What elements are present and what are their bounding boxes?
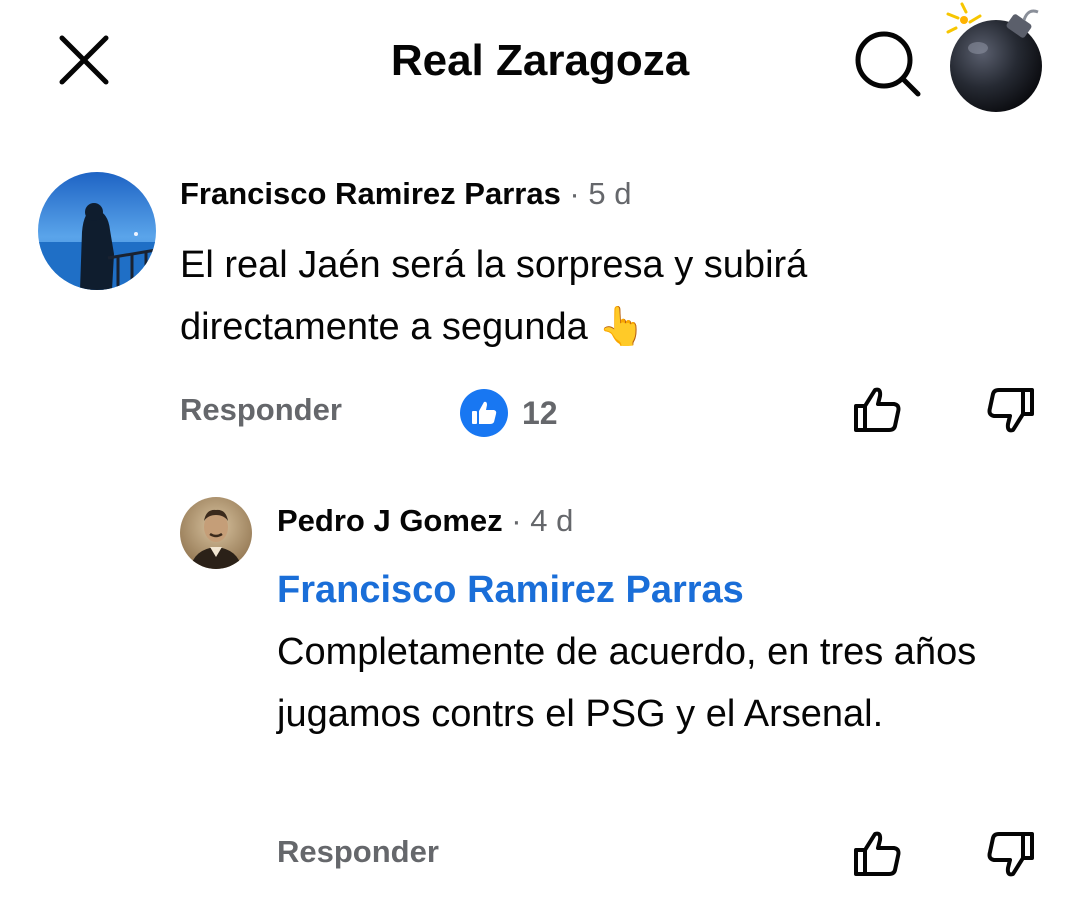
reply-button[interactable]: Responder	[277, 834, 439, 870]
downvote-button[interactable]	[982, 826, 1038, 882]
upvote-button[interactable]	[850, 382, 906, 438]
author-name: Francisco Ramirez Parras	[180, 176, 561, 211]
bomb-icon	[946, 2, 1042, 112]
comment-author[interactable]: Francisco Ramirez Parras · 5 d	[180, 176, 631, 212]
reply-author[interactable]: Pedro J Gomez · 4 d	[277, 503, 573, 539]
comment-text: El real Jaén será la sorpresa y subirá d…	[180, 244, 808, 348]
reply-timestamp: · 4 d	[502, 503, 574, 538]
avatar[interactable]	[38, 172, 156, 290]
search-button[interactable]	[850, 26, 926, 102]
top-bar: Real Zaragoza	[0, 0, 1080, 120]
thumbs-up-icon	[854, 387, 901, 432]
like-icon	[460, 389, 508, 437]
search-icon	[855, 31, 921, 97]
reaction-summary[interactable]: 12	[460, 389, 558, 437]
upvote-button[interactable]	[850, 826, 906, 882]
reply-text: Completamente de acuerdo, en tres años j…	[277, 631, 977, 735]
thumbs-down-icon	[987, 388, 1034, 433]
downvote-button[interactable]	[982, 382, 1038, 438]
profile-button[interactable]	[938, 2, 1050, 114]
author-name: Pedro J Gomez	[277, 503, 503, 538]
avatar[interactable]	[180, 497, 252, 569]
reaction-count: 12	[522, 394, 558, 431]
mention-link[interactable]: Francisco Ramirez Parras	[277, 559, 1057, 621]
thumbs-down-icon	[987, 832, 1034, 877]
thumbs-up-icon	[854, 831, 901, 876]
reply-body: Francisco Ramirez Parras Completamente d…	[277, 559, 1057, 745]
comment-timestamp: · 5 d	[560, 176, 632, 211]
reply-button[interactable]: Responder	[180, 392, 342, 428]
